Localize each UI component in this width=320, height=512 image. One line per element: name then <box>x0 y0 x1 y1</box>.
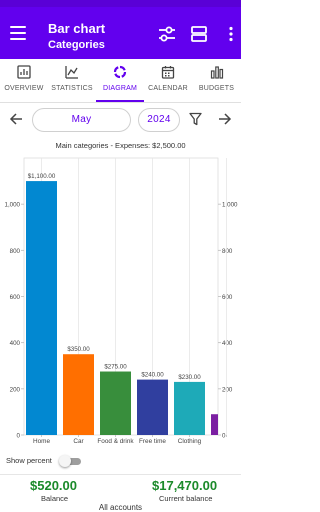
app-bar: Bar chart Categories <box>0 7 241 59</box>
current-balance-label: Current balance <box>159 494 213 503</box>
budgets-icon <box>210 66 223 79</box>
y-tick-label-left: 400 <box>10 340 21 347</box>
arrow-right-icon[interactable] <box>218 112 232 126</box>
page-title: Bar chart <box>48 21 106 36</box>
diagram-icon <box>113 65 127 79</box>
overview-icon <box>17 65 31 79</box>
y-tick-label-left: 200 <box>10 386 21 393</box>
y-tick-label-right: 200 <box>222 386 233 393</box>
period-selector: May 2024 <box>0 104 241 136</box>
x-tick-label: Home <box>33 438 50 445</box>
balance-amount: $520.00 <box>30 478 77 493</box>
y-tick-label-right: 1,000 <box>222 202 238 209</box>
tab-label: BUDGETS <box>198 85 235 92</box>
filter-icon[interactable] <box>189 112 202 126</box>
bar <box>63 354 94 435</box>
show-percent-toggle[interactable] <box>59 455 83 467</box>
menu-icon[interactable] <box>10 26 26 40</box>
y-tick-label-right: 800 <box>222 248 233 255</box>
tab-bar: OVERVIEW STATISTICS DIAGRAM CALENDAR BUD… <box>0 59 241 103</box>
tab-calendar[interactable]: CALENDAR <box>144 59 192 103</box>
x-tick-label: Food & drink <box>97 438 134 445</box>
active-tab-indicator <box>96 100 144 102</box>
bar-value-label: $275.00 <box>104 364 127 371</box>
tab-overview[interactable]: OVERVIEW <box>0 59 48 103</box>
tab-budgets[interactable]: BUDGETS <box>192 59 241 103</box>
bar <box>100 371 131 435</box>
month-selector[interactable]: May <box>32 108 131 132</box>
bar <box>26 181 57 435</box>
bar-chart: 0 0 200 200 400 400 600 600 800 800 1,000 1,000 $1,1… <box>5 157 238 445</box>
y-tick-label-right: 400 <box>222 340 233 347</box>
y-tick-label-left: 1,000 <box>5 202 21 209</box>
tab-label: STATISTICS <box>51 85 93 92</box>
status-bar <box>0 0 241 7</box>
y-tick-label-left: 600 <box>10 294 21 301</box>
y-tick-label-left: 0 <box>17 433 21 440</box>
accounts-selector[interactable]: All accounts <box>0 503 241 512</box>
layout-icon[interactable] <box>190 26 208 42</box>
current-balance-amount: $17,470.00 <box>152 478 218 493</box>
statistics-icon <box>65 66 78 79</box>
tab-label: DIAGRAM <box>102 85 138 92</box>
calendar-icon <box>161 66 175 79</box>
x-tick-label: Car <box>73 438 84 445</box>
y-tick-label-right: 600 <box>222 294 233 301</box>
bar <box>137 379 168 435</box>
balance-label: Balance <box>41 494 69 503</box>
bar-value-label: $240.00 <box>141 372 164 379</box>
tab-label: OVERVIEW <box>4 85 44 92</box>
y-tick-label-left: 800 <box>10 248 21 255</box>
bar-value-label: $230.00 <box>178 374 201 381</box>
bar <box>174 381 205 435</box>
tab-statistics[interactable]: STATISTICS <box>48 59 96 103</box>
footer-summary: $520.00 Balance $17,470.00 Current balan… <box>0 474 241 512</box>
tab-label: CALENDAR <box>148 85 188 92</box>
tune-icon[interactable] <box>158 26 176 42</box>
y-tick-label-right: 0 <box>222 433 226 440</box>
tab-diagram[interactable]: DIAGRAM <box>96 59 144 103</box>
bar-value-label: $1,100.00 <box>28 173 56 180</box>
chart-title: Main categories - Expenses: $2,500.00 <box>55 141 186 150</box>
arrow-left-icon[interactable] <box>9 112 23 126</box>
page-subtitle: Categories <box>48 39 105 51</box>
x-tick-label: Clothing <box>178 438 202 445</box>
show-percent-label: Show percent <box>6 456 52 465</box>
more-vert-icon[interactable] <box>222 26 234 42</box>
x-tick-label: Free time <box>139 438 166 445</box>
bar-value-label: $350.00 <box>67 346 90 353</box>
toggle-thumb <box>59 455 71 467</box>
bar <box>211 414 218 435</box>
year-selector[interactable]: 2024 <box>138 108 180 132</box>
